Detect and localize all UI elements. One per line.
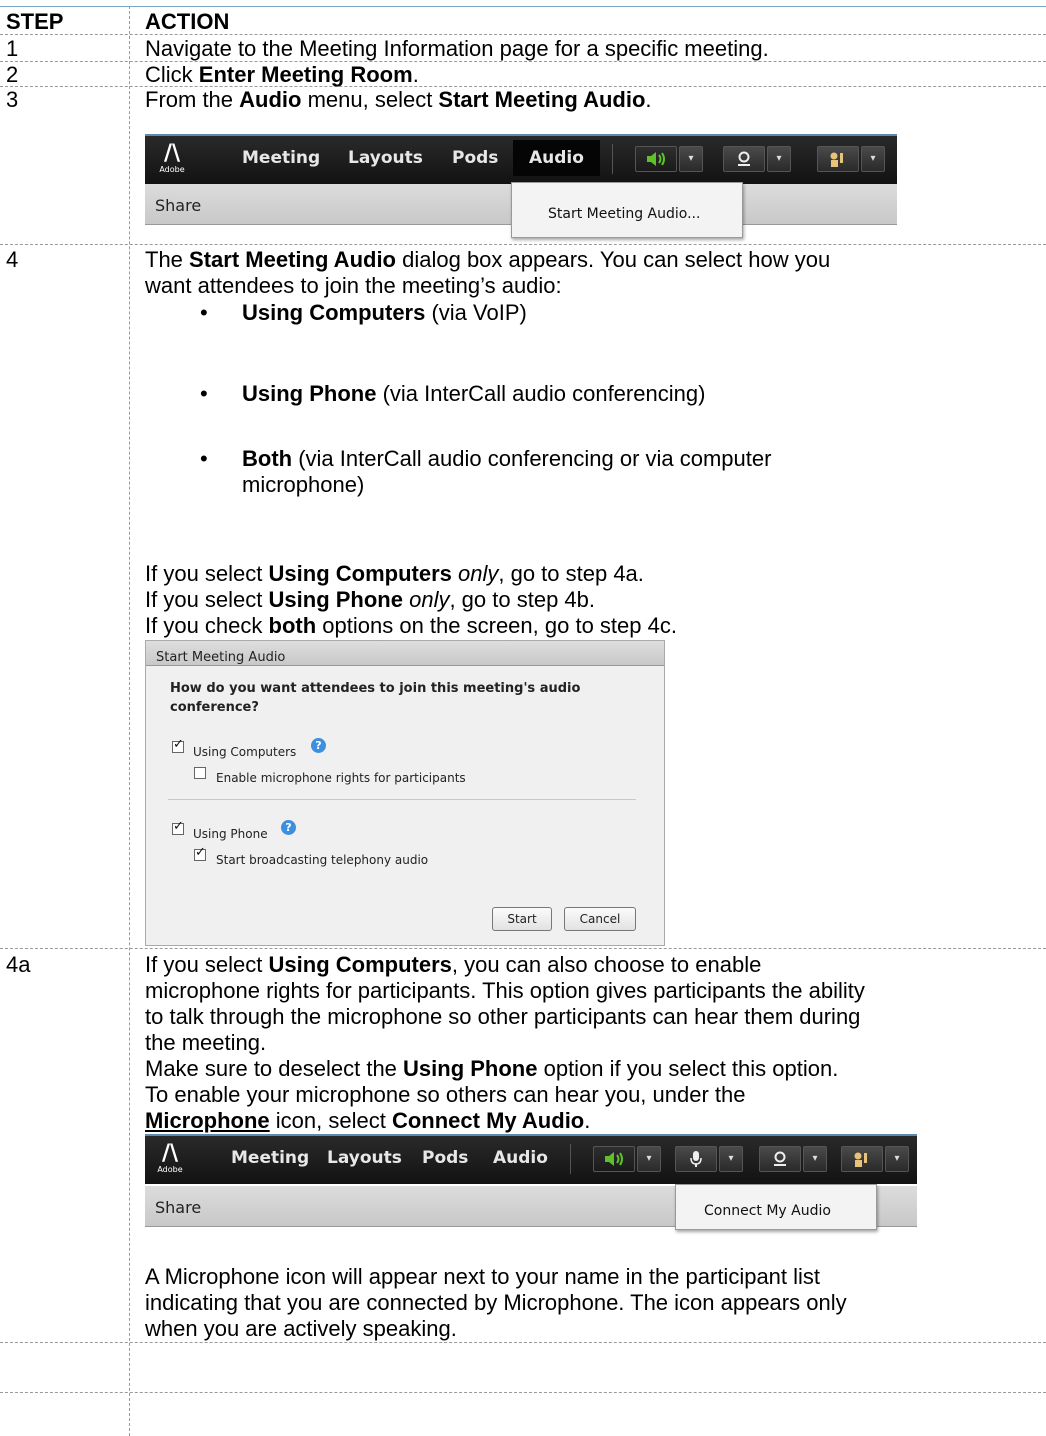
step-number: 3	[6, 87, 19, 112]
raise-hand-icon	[854, 1152, 867, 1167]
step-number: 2	[6, 62, 19, 87]
microphone-dropdown-arrow[interactable]: ▾	[719, 1146, 743, 1172]
camera-button[interactable]	[723, 146, 765, 172]
step-text: microphone rights for participants. This…	[145, 978, 865, 1003]
speaker-button[interactable]	[635, 146, 677, 172]
table-top-rule	[0, 6, 1046, 7]
bullet: •	[200, 446, 208, 471]
mic-rights-label: Enable microphone rights for participant…	[216, 771, 466, 785]
dialog-title: Start Meeting Audio	[156, 650, 286, 665]
step-text: want attendees to join the meeting’s aud…	[145, 273, 562, 298]
camera-dropdown-arrow[interactable]: ▾	[767, 146, 791, 172]
toolbar-screenshot-microphone-menu: /\ Adobe Meeting Layouts Pods Audio ▾ ▾ ▾…	[145, 1134, 917, 1270]
broadcast-label: Start broadcasting telephony audio	[216, 853, 429, 867]
speaker-button[interactable]	[593, 1146, 635, 1172]
raise-hand-icon	[830, 152, 843, 167]
start-meeting-audio-dialog: Start Meeting Audio How do you want atte…	[145, 640, 665, 946]
step-number: 4	[6, 247, 19, 272]
step-text: A Microphone icon will appear next to yo…	[145, 1264, 821, 1289]
speaker-icon	[605, 1152, 623, 1166]
help-icon[interactable]: ?	[281, 820, 296, 835]
cancel-button[interactable]: Cancel	[564, 907, 636, 931]
column-divider	[129, 6, 130, 1436]
microphone-icon	[690, 1151, 702, 1167]
using-phone-label: Using Phone	[193, 827, 268, 841]
help-icon[interactable]: ?	[311, 738, 326, 753]
menu-layouts[interactable]: Layouts	[348, 147, 423, 169]
start-meeting-audio-item[interactable]: Start Meeting Audio...	[548, 201, 700, 227]
share-label[interactable]: Share	[155, 193, 201, 219]
adobe-logo: /\ Adobe	[157, 1141, 183, 1175]
webcam-icon	[738, 151, 750, 166]
row-divider	[0, 1342, 1046, 1343]
menu-layouts[interactable]: Layouts	[327, 1147, 402, 1169]
menu-pods[interactable]: Pods	[422, 1147, 468, 1169]
step-text: Navigate to the Meeting Information page…	[145, 36, 769, 61]
step-text: If you select Using Phone only, go to st…	[145, 587, 595, 612]
menu-audio[interactable]: Audio	[513, 140, 600, 176]
webcam-icon	[774, 1151, 786, 1166]
microphone-dropdown-menu: Connect My Audio	[675, 1184, 877, 1230]
status-dropdown-arrow[interactable]: ▾	[861, 146, 885, 172]
header-action: ACTION	[145, 9, 230, 34]
speaker-dropdown-arrow[interactable]: ▾	[679, 146, 703, 172]
start-button[interactable]: Start	[492, 907, 552, 931]
bullet-text: Both (via InterCall audio conferencing o…	[242, 446, 772, 471]
audio-dropdown-menu: Start Meeting Audio...	[511, 182, 743, 238]
menu-meeting[interactable]: Meeting	[242, 147, 320, 169]
menu-meeting[interactable]: Meeting	[231, 1147, 309, 1169]
microphone-button[interactable]	[675, 1146, 717, 1172]
mic-rights-checkbox[interactable]	[194, 767, 206, 779]
bullet-text: Using Computers (via VoIP)	[242, 300, 527, 325]
row-divider	[0, 244, 1046, 245]
step-text: Click Enter Meeting Room.	[145, 62, 419, 87]
broadcast-checkbox[interactable]	[194, 845, 206, 861]
using-computers-label: Using Computers	[193, 745, 297, 759]
speaker-icon	[647, 152, 665, 166]
row-divider	[0, 948, 1046, 949]
status-dropdown-arrow[interactable]: ▾	[885, 1146, 909, 1172]
connect-my-audio-item[interactable]: Connect My Audio	[704, 1198, 831, 1224]
step-text: If you check both options on the screen,…	[145, 613, 677, 638]
step-text: The Start Meeting Audio dialog box appea…	[145, 247, 831, 272]
step-number: 4a	[6, 952, 31, 977]
menu-pods[interactable]: Pods	[452, 147, 498, 169]
status-button[interactable]	[817, 146, 859, 172]
camera-dropdown-arrow[interactable]: ▾	[803, 1146, 827, 1172]
share-label[interactable]: Share	[155, 1195, 201, 1221]
bullet: •	[200, 300, 208, 325]
menu-audio[interactable]: Audio	[493, 1147, 548, 1169]
dialog-divider	[168, 799, 636, 800]
speaker-dropdown-arrow[interactable]: ▾	[637, 1146, 661, 1172]
row-divider	[0, 1392, 1046, 1393]
bullet-text: microphone)	[242, 472, 365, 497]
step-text: when you are actively speaking.	[145, 1316, 457, 1341]
toolbar-screenshot-audio-menu: /\ Adobe Meeting Layouts Pods Audio ▾ ▾ ▾…	[145, 134, 897, 242]
bullet: •	[200, 381, 208, 406]
step-text: Make sure to deselect the Using Phone op…	[145, 1056, 839, 1081]
header-step: STEP	[6, 9, 64, 34]
step-text: If you select Using Computers, you can a…	[145, 952, 762, 977]
step-text: If you select Using Computers only, go t…	[145, 561, 644, 586]
step-text: Microphone icon, select Connect My Audio…	[145, 1108, 591, 1133]
step-number: 1	[6, 36, 19, 61]
adobe-logo: /\ Adobe	[159, 141, 185, 175]
bullet-text: Using Phone (via InterCall audio confere…	[242, 381, 706, 406]
dialog-title-bar: Start Meeting Audio	[146, 641, 664, 666]
using-computers-checkbox[interactable]	[172, 737, 184, 753]
camera-button[interactable]	[759, 1146, 801, 1172]
dialog-question: How do you want attendees to join this m…	[170, 681, 581, 715]
step-text: indicating that you are connected by Mic…	[145, 1290, 847, 1315]
step-text: the meeting.	[145, 1030, 267, 1055]
using-phone-checkbox[interactable]	[172, 819, 184, 835]
step-text: to talk through the microphone so other …	[145, 1004, 861, 1029]
step-text: To enable your microphone so others can …	[145, 1082, 746, 1107]
step-text: From the Audio menu, select Start Meetin…	[145, 87, 652, 112]
status-button[interactable]	[841, 1146, 883, 1172]
